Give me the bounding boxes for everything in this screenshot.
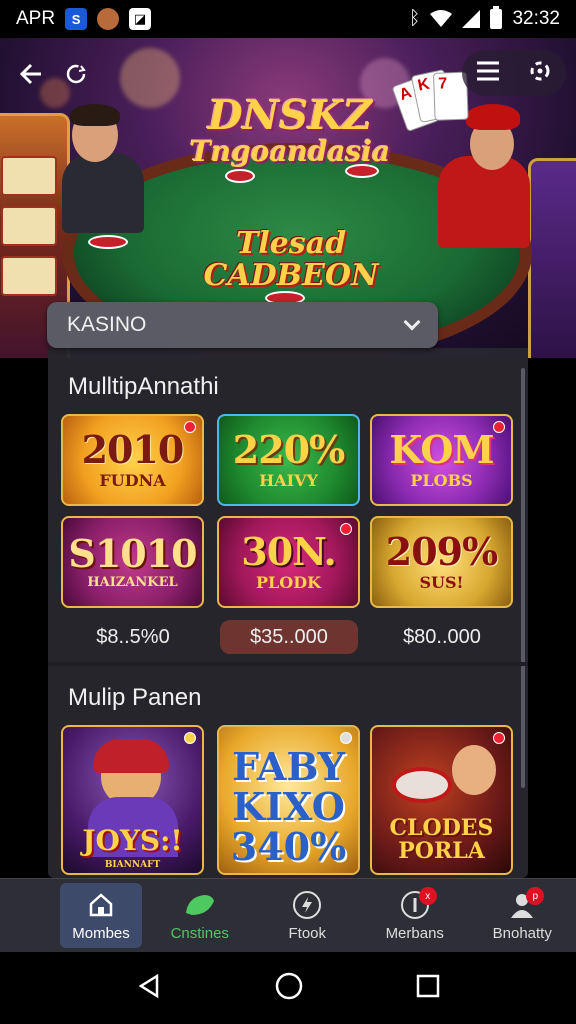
- hero-title: DNSKZ Tngoandasia: [189, 92, 391, 168]
- bolt-icon: [291, 889, 323, 921]
- gallery-icon: ◪: [129, 8, 152, 30]
- promo-tile[interactable]: 2010 FUDNA: [61, 414, 204, 506]
- promo-tile[interactable]: KOM PLOBS: [370, 414, 513, 506]
- nav-item-merbans[interactable]: x Merbans: [361, 879, 469, 952]
- square-recents-icon: [416, 974, 439, 997]
- hero-subtitle: Tlesad CADBEON: [203, 226, 379, 293]
- home-icon: [85, 889, 117, 921]
- badge-dot: [493, 732, 505, 744]
- category-dropdown[interactable]: KASINO: [47, 302, 438, 348]
- game-tile[interactable]: FABY KIXO 340%: [217, 725, 360, 875]
- nav-item-ftook[interactable]: Ftook: [254, 879, 362, 952]
- chevron-down-icon: [403, 313, 421, 331]
- refresh-button[interactable]: [56, 54, 96, 94]
- category-dropdown-value: KASINO: [67, 313, 147, 336]
- bottom-nav: Mombes Cnstines Ftook x Merbans p Bnohat…: [0, 878, 576, 952]
- promo-tile[interactable]: 209% SUS!: [370, 516, 513, 608]
- promo-tile[interactable]: 220% HAIVY: [217, 414, 360, 506]
- slot-machine-right: [528, 158, 576, 358]
- clock: 32:32: [512, 8, 560, 29]
- bluetooth-icon: ᛒ: [409, 8, 421, 29]
- menu-icon: [477, 61, 499, 80]
- system-recents-button[interactable]: [415, 973, 441, 1004]
- profile-icon: p: [506, 887, 545, 921]
- app-icon: [97, 8, 120, 30]
- price-option-selected[interactable]: $35..000: [220, 620, 358, 654]
- price-option[interactable]: $8..5%0: [64, 620, 202, 654]
- badge-dot: [184, 421, 196, 433]
- section-title: Mulip Panen: [68, 684, 202, 711]
- game-tile[interactable]: JOYS:! BIANNAFT: [61, 725, 204, 875]
- target-icon: [530, 61, 550, 80]
- triangle-back-icon: [138, 973, 159, 998]
- system-navigation-bar: [0, 952, 576, 1024]
- system-back-button[interactable]: [135, 972, 163, 1005]
- scrollbar[interactable]: [521, 368, 525, 788]
- notification-s-icon: S: [65, 8, 88, 30]
- battery-icon: [490, 6, 503, 29]
- chip-stack: [225, 169, 255, 183]
- notification-badge: p: [526, 887, 545, 905]
- badge-dot: [184, 732, 196, 744]
- promo-tile[interactable]: 30N. PLODK: [217, 516, 360, 608]
- chip-illustration: [392, 767, 452, 803]
- section-divider: [48, 662, 528, 666]
- game-tile[interactable]: CLODES PORLA: [370, 725, 513, 875]
- price-option[interactable]: $80..000: [373, 620, 511, 654]
- arrow-left-icon: [19, 63, 41, 85]
- refresh-icon: [66, 64, 86, 84]
- top-action-pill: [462, 50, 566, 96]
- back-button[interactable]: [10, 54, 50, 94]
- section-title: MulltipAnnathi: [68, 373, 219, 400]
- leaf-icon: [184, 889, 216, 921]
- badge-dot: [340, 732, 352, 744]
- menu-button[interactable]: [475, 60, 501, 87]
- wifi-icon: [430, 10, 453, 27]
- notification-badge: x: [418, 887, 437, 905]
- system-home-button[interactable]: [274, 971, 304, 1006]
- badge-dot: [493, 421, 505, 433]
- nav-item-home[interactable]: Mombes: [60, 883, 142, 948]
- chip-stack: [88, 235, 128, 249]
- info-icon: x: [399, 887, 437, 921]
- circle-home-icon: [275, 972, 303, 999]
- promo-tile[interactable]: S1010 HAIZANKEL: [61, 516, 204, 608]
- carrier-label: APR: [16, 8, 56, 29]
- badge-dot: [340, 523, 352, 535]
- content-panel: MulltipAnnathi 2010 FUDNA 220% HAIVY KOM…: [48, 348, 528, 878]
- signal-icon: [462, 10, 481, 28]
- nav-item-cnstines[interactable]: Cnstines: [146, 879, 254, 952]
- settings-button[interactable]: [527, 58, 553, 89]
- status-bar: APR S ◪ ᛒ 32:32: [0, 0, 576, 38]
- nav-item-bnohatty[interactable]: p Bnohatty: [469, 879, 576, 952]
